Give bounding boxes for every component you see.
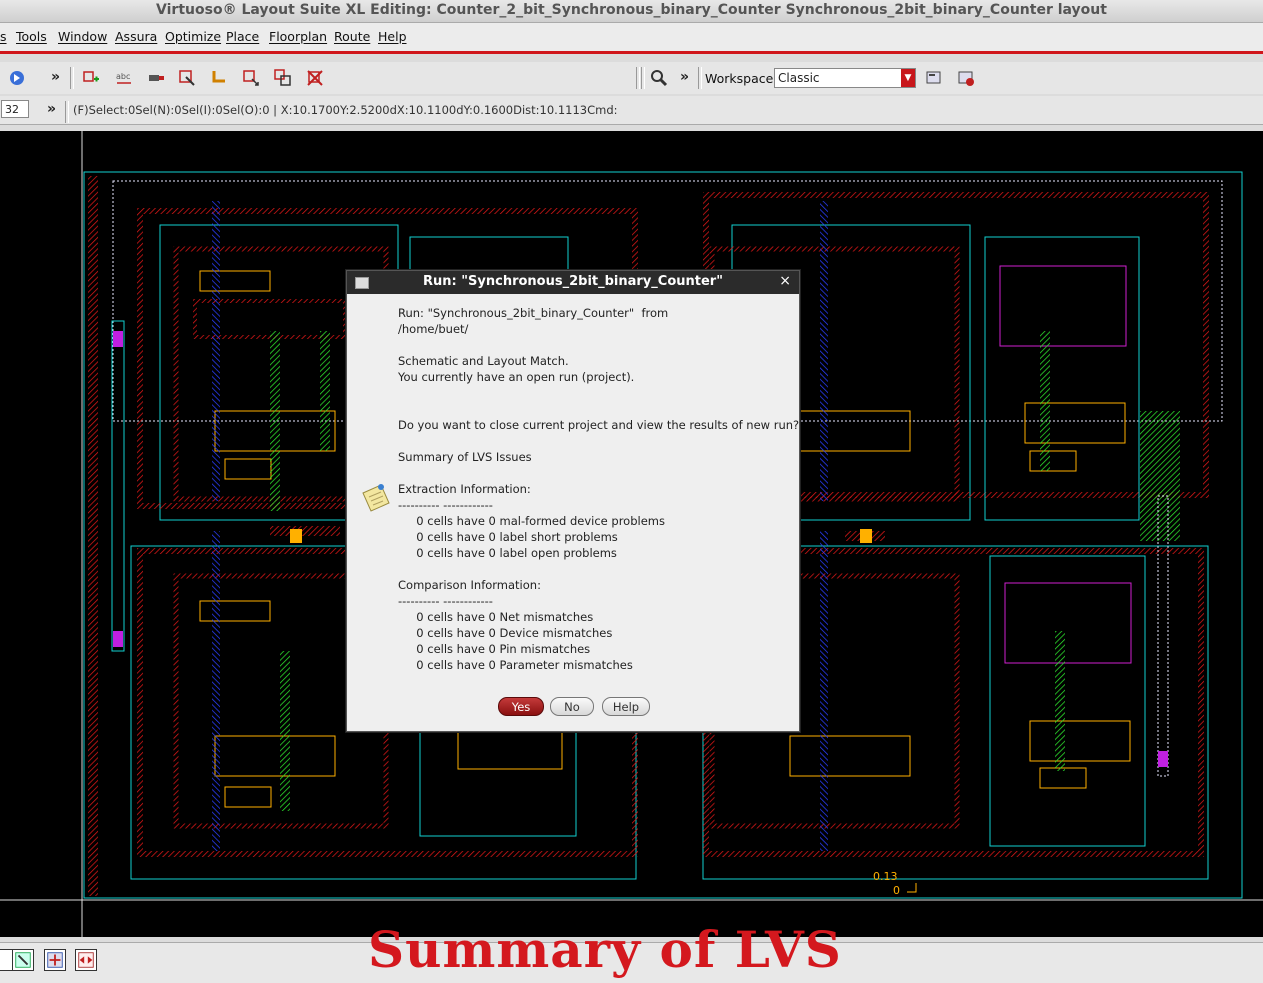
- create-pin-icon[interactable]: [147, 69, 165, 87]
- workspace-value: Classic: [778, 71, 820, 85]
- toolbar-separator: [65, 101, 69, 123]
- workspace-save-icon[interactable]: [925, 69, 943, 87]
- origin-label: 0: [893, 884, 900, 897]
- dialog-line: [398, 433, 793, 449]
- workspace-label: Workspace:: [705, 71, 778, 86]
- help-button[interactable]: Help: [602, 697, 650, 716]
- dialog-line: 0 cells have 0 label open problems: [398, 546, 617, 560]
- stretch-icon[interactable]: [178, 69, 196, 87]
- menu-bar: s Tools Window Assura Optimize Place Flo…: [0, 23, 1263, 54]
- toolbar-separator: [641, 67, 645, 89]
- dialog-line: [398, 385, 793, 401]
- label-icon[interactable]: abc: [115, 69, 133, 87]
- dialog-line: You currently have an open run (project)…: [398, 370, 635, 384]
- dialog-line: ---------- ------------: [398, 498, 493, 512]
- toolbar-more-button[interactable]: »: [51, 69, 60, 85]
- dialog-line: /home/buet/: [398, 322, 469, 336]
- dialog-line: Do you want to close current project and…: [398, 418, 800, 432]
- menu-item-place[interactable]: Place: [226, 29, 259, 44]
- close-icon[interactable]: ×: [779, 273, 791, 289]
- dialog-line: [398, 561, 793, 577]
- dialog-line: Summary of LVS Issues: [398, 450, 532, 464]
- dialog-message: Run: "Synchronous_2bit_binary_Counter" f…: [398, 305, 800, 673]
- status-more-button[interactable]: »: [47, 101, 56, 117]
- window-title-bar: Virtuoso® Layout Suite XL Editing: Count…: [0, 0, 1263, 23]
- toolbar-separator: [70, 67, 74, 89]
- dialog-line: 0 cells have 0 Device mismatches: [398, 626, 613, 640]
- dimension-label: 0.13: [873, 870, 898, 883]
- status-toolbar: 32 » (F)Select:0Sel(N):0Sel(I):0Sel(O):0…: [0, 96, 1263, 125]
- move-icon[interactable]: [242, 69, 260, 87]
- pan-view-icon[interactable]: [44, 949, 66, 971]
- dialog-line: Extraction Information:: [398, 482, 531, 496]
- path-icon[interactable]: [210, 69, 228, 87]
- menu-item-help[interactable]: Help: [378, 29, 407, 44]
- chevron-down-icon[interactable]: ▼: [901, 69, 915, 87]
- dialog-line: 0 cells have 0 label short problems: [398, 530, 618, 544]
- no-button[interactable]: No: [550, 697, 594, 716]
- dialog-line: Comparison Information:: [398, 578, 541, 592]
- menu-item-tools[interactable]: Tools: [16, 29, 47, 44]
- zoom-fit-icon[interactable]: [75, 949, 97, 971]
- dialog-line: 0 cells have 0 Pin mismatches: [398, 642, 591, 656]
- menu-item-window[interactable]: Window: [58, 29, 107, 44]
- dialog-line: [398, 401, 793, 417]
- dialog-title: Run: "Synchronous_2bit_binary_Counter": [423, 274, 723, 289]
- lvs-run-dialog: Run: "Synchronous_2bit_binary_Counter" ×…: [346, 270, 800, 732]
- copy-icon[interactable]: [274, 69, 292, 87]
- dialog-line: Run: "Synchronous_2bit_binary_Counter" f…: [398, 306, 669, 320]
- yes-button[interactable]: Yes: [498, 697, 544, 716]
- menu-item-route[interactable]: Route: [334, 29, 370, 44]
- fit-view-icon[interactable]: [12, 949, 34, 971]
- dialog-line: Schematic and Layout Match.: [398, 354, 569, 368]
- overlay-caption: Summary of LVS: [368, 920, 842, 979]
- dialog-title-bar[interactable]: Run: "Synchronous_2bit_binary_Counter" ×: [347, 271, 799, 294]
- status-line: (F)Select:0Sel(N):0Sel(I):0Sel(O):0 | X:…: [73, 103, 618, 117]
- svg-text:abc: abc: [116, 72, 130, 81]
- dialog-line: ---------- ------------: [398, 594, 493, 608]
- window-title: Virtuoso® Layout Suite XL Editing: Count…: [156, 2, 1107, 18]
- zoom-icon[interactable]: [650, 69, 668, 87]
- toolbar-more-button-2[interactable]: »: [680, 69, 689, 85]
- zoom-field[interactable]: 32: [1, 100, 29, 118]
- delete-icon[interactable]: [306, 69, 324, 87]
- dialog-line: [398, 337, 793, 353]
- dialog-line: 0 cells have 0 Parameter mismatches: [398, 658, 633, 672]
- workspace-select[interactable]: Classic ▼: [774, 68, 916, 88]
- toolbar-separator: [698, 67, 702, 89]
- menu-item-file[interactable]: s: [0, 29, 7, 44]
- menu-item-floorplan[interactable]: Floorplan: [269, 29, 327, 44]
- main-toolbar: » abc » Workspace: Classic ▼: [0, 62, 1263, 94]
- dialog-line: 0 cells have 0 Net mismatches: [398, 610, 594, 624]
- information-note-icon: [362, 484, 390, 512]
- toolbar-separator: [636, 67, 640, 89]
- create-instance-icon[interactable]: [82, 69, 100, 87]
- workspace-delete-icon[interactable]: [957, 69, 975, 87]
- select-icon[interactable]: [8, 69, 26, 87]
- dialog-line: 0 cells have 0 mal-formed device problem…: [398, 514, 665, 528]
- menu-item-assura[interactable]: Assura: [115, 29, 157, 44]
- menu-item-optimize[interactable]: Optimize: [165, 29, 221, 44]
- dialog-line: [398, 465, 793, 481]
